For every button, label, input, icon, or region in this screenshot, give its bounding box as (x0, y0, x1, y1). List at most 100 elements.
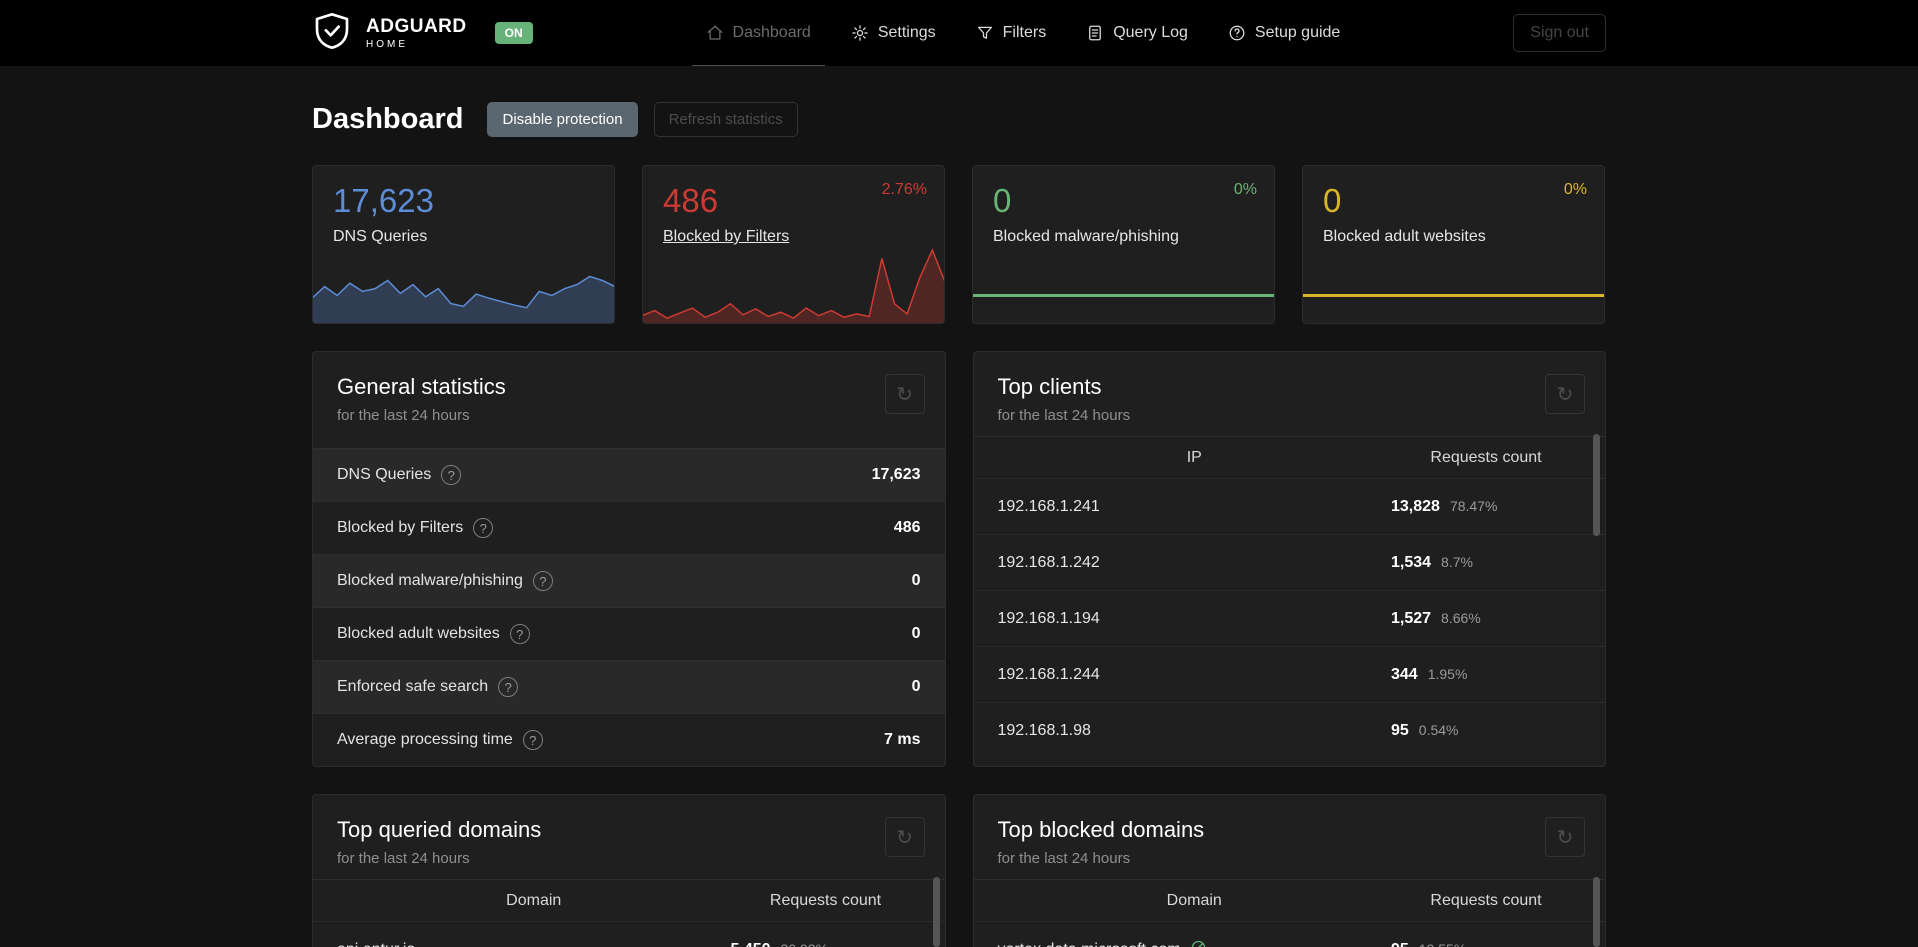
blocked-adult-value: 0 (1323, 182, 1342, 219)
nav-label-dashboard: Dashboard (732, 24, 811, 41)
top-clients-table-header: IP Requests count (973, 436, 1605, 478)
general-statistics-row: Blocked by Filters ? 486 (313, 501, 945, 554)
stat-card-blocked-malware: 0% 0 Blocked malware/phishing (972, 165, 1275, 324)
refresh-icon: ↻ (1556, 383, 1574, 406)
question-icon[interactable]: ? (473, 518, 494, 538)
blocked-filters-sparkline (643, 240, 944, 323)
blocked-adult-percent: 0% (1563, 181, 1587, 198)
stat-row-value: 0 (911, 572, 921, 589)
top-clients-rows: 192.168.1.241 13,828 78.47% 192.168.1.24… (973, 478, 1605, 758)
general-statistics-row: Blocked adult websites ? 0 (313, 607, 945, 660)
home-icon (706, 24, 724, 42)
nav-item-settings[interactable]: Settings (851, 0, 936, 66)
nav-label-query-log: Query Log (1113, 24, 1188, 41)
top-blocked-refresh-button[interactable]: ↻ (1545, 817, 1585, 857)
stat-row-label: Average processing time (337, 731, 513, 748)
dns-queries-sparkline (313, 256, 614, 323)
general-statistics-refresh-button[interactable]: ↻ (884, 374, 925, 414)
top-blocked-title: Top blocked domains (997, 817, 1205, 842)
brand-title: ADGUARD (366, 15, 467, 37)
sign-out-button[interactable]: Sign out (1513, 14, 1606, 52)
top-clients-title: Top clients (997, 374, 1102, 399)
client-ip[interactable]: 192.168.1.242 (998, 554, 1392, 572)
top-clients-scrollbar[interactable] (1593, 434, 1600, 536)
column-header-requests: Requests count (1430, 448, 1542, 466)
adguard-logo[interactable]: ADGUARD HOME ON (312, 11, 533, 56)
stat-card-dns-queries: 17,623 DNS Queries (312, 165, 615, 324)
top-clients-panel: Top clients for the last 24 hours ↻ IP R… (972, 351, 1606, 767)
dashboard-page: Dashboard Disable protection Refresh sta… (312, 102, 1606, 947)
question-icon[interactable]: ? (498, 677, 519, 697)
stat-row-value: 17,623 (871, 466, 921, 483)
top-blocked-subtitle: for the last 24 hours (997, 850, 1131, 867)
protection-on-badge: ON (494, 22, 533, 44)
client-ip[interactable]: 192.168.1.98 (998, 722, 1392, 740)
domain-name[interactable]: api.entur.io (337, 941, 731, 947)
nav-label-filters: Filters (1002, 24, 1047, 41)
stat-card-blocked-by-filters: 2.76% 486 Blocked by Filters (642, 165, 945, 324)
client-row: 192.168.1.241 13,828 78.47% (973, 478, 1605, 534)
nav-item-dashboard[interactable]: Dashboard (691, 0, 826, 66)
top-queried-refresh-button[interactable]: ↻ (884, 817, 925, 857)
brand-subtitle: HOME (366, 38, 408, 50)
request-count: 5,450 (731, 941, 771, 947)
domain-row: api.entur.io 5,450 30.93% (313, 921, 945, 947)
nav-item-filters[interactable]: Filters (976, 0, 1047, 66)
unblock-domain-icon[interactable] (1190, 939, 1207, 947)
top-queried-domains-panel: Top queried domains for the last 24 hour… (312, 794, 946, 947)
top-blocked-scrollbar[interactable] (1593, 877, 1600, 947)
refresh-icon: ↻ (896, 826, 913, 849)
stat-row-value: 7 ms (884, 731, 921, 748)
column-header-requests: Requests count (1430, 891, 1542, 909)
question-icon[interactable]: ? (532, 571, 553, 591)
top-navbar: ADGUARD HOME ON Dashboard Settings Filte… (0, 0, 1918, 66)
stat-row-label: Blocked adult websites (337, 625, 500, 642)
gear-icon (851, 24, 869, 42)
document-icon (1086, 24, 1104, 42)
blocked-malware-flatline (973, 294, 1274, 297)
request-count: 1,527 (1391, 609, 1432, 627)
client-row: 192.168.1.194 1,527 8.66% (973, 590, 1605, 646)
question-icon[interactable]: ? (441, 465, 462, 485)
general-statistics-row: Blocked malware/phishing ? 0 (313, 554, 945, 607)
domain-name[interactable]: vortex.data.microsoft.com (998, 941, 1181, 947)
stat-row-value: 0 (911, 678, 921, 695)
blocked-adult-label: Blocked adult websites (1323, 228, 1486, 245)
stat-row-label: Blocked by Filters (337, 519, 464, 536)
request-count: 95 (1391, 941, 1409, 947)
request-percent: 1.95% (1427, 665, 1468, 682)
top-queried-scrollbar[interactable] (932, 877, 940, 947)
stat-row-value: 0 (911, 625, 921, 642)
question-icon[interactable]: ? (509, 624, 530, 644)
stat-cards-row: 17,623 DNS Queries 2.76% 486 Blocked by … (312, 165, 1606, 324)
general-statistics-rows: DNS Queries ? 17,623 Blocked by Filters … (313, 448, 945, 766)
nav-label-settings: Settings (877, 24, 936, 41)
stat-row-label: Enforced safe search (337, 678, 489, 695)
nav-item-setup-guide[interactable]: Setup guide (1228, 0, 1340, 66)
stat-card-blocked-adult: 0% 0 Blocked adult websites (1302, 165, 1605, 324)
client-row: 192.168.1.244 344 1.95% (973, 646, 1605, 702)
client-ip[interactable]: 192.168.1.244 (998, 666, 1392, 684)
request-percent: 19.55% (1419, 941, 1466, 947)
request-count: 13,828 (1391, 497, 1440, 515)
top-clients-refresh-button[interactable]: ↻ (1545, 374, 1585, 414)
column-header-domain: Domain (506, 891, 562, 909)
request-count: 95 (1391, 721, 1409, 739)
general-statistics-subtitle: for the last 24 hours (337, 407, 470, 424)
request-percent: 0.54% (1418, 721, 1459, 738)
domain-row: vortex.data.microsoft.com 95 (973, 921, 1605, 947)
refresh-statistics-button[interactable]: Refresh statistics (653, 102, 798, 137)
blocked-malware-value: 0 (993, 182, 1012, 219)
general-statistics-row: DNS Queries ? 17,623 (313, 448, 945, 501)
disable-protection-button[interactable]: Disable protection (487, 102, 638, 137)
shield-check-icon (312, 11, 352, 56)
top-blocked-rows: vortex.data.microsoft.com 95 (973, 921, 1605, 947)
dns-queries-label: DNS Queries (333, 228, 428, 245)
general-statistics-title: General statistics (337, 374, 506, 399)
top-queried-table-header: Domain Requests count (313, 879, 945, 921)
client-ip[interactable]: 192.168.1.194 (998, 610, 1392, 628)
nav-item-query-log[interactable]: Query Log (1086, 0, 1188, 66)
question-icon[interactable]: ? (522, 730, 543, 750)
client-ip[interactable]: 192.168.1.241 (998, 498, 1392, 516)
help-icon (1228, 24, 1246, 42)
